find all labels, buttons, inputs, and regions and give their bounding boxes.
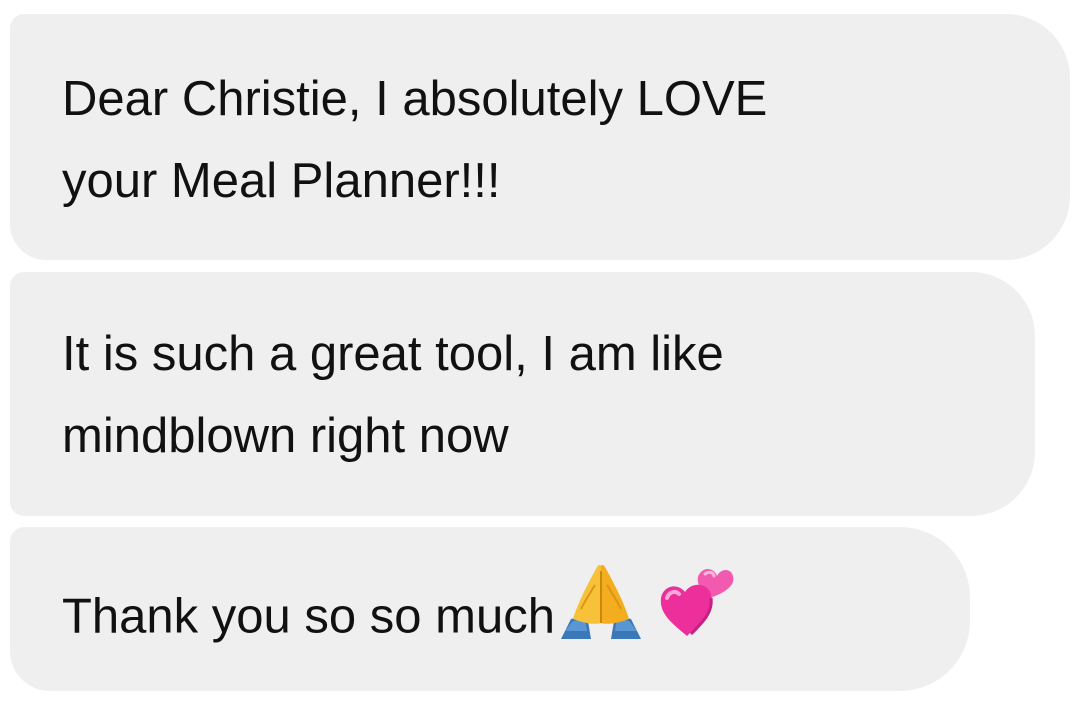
message-text: Thank you so so much xyxy=(62,589,555,644)
message-line: Dear Christie, I absolutely LOVE xyxy=(62,72,768,126)
message-line: mindblown right now xyxy=(62,409,509,463)
message-thread: Dear Christie, I absolutely LOVE your Me… xyxy=(0,0,1080,716)
message-bubble[interactable]: It is such a great tool, I am like mindb… xyxy=(10,272,1035,516)
two-hearts-icon xyxy=(645,562,737,665)
message-bubble[interactable]: Dear Christie, I absolutely LOVE your Me… xyxy=(10,14,1070,260)
message-line: It is such a great tool, I am like xyxy=(62,327,724,381)
folded-hands-icon xyxy=(555,561,645,666)
message-bubble[interactable]: Thank you so so much xyxy=(10,527,970,691)
message-line: your Meal Planner!!! xyxy=(62,154,501,208)
